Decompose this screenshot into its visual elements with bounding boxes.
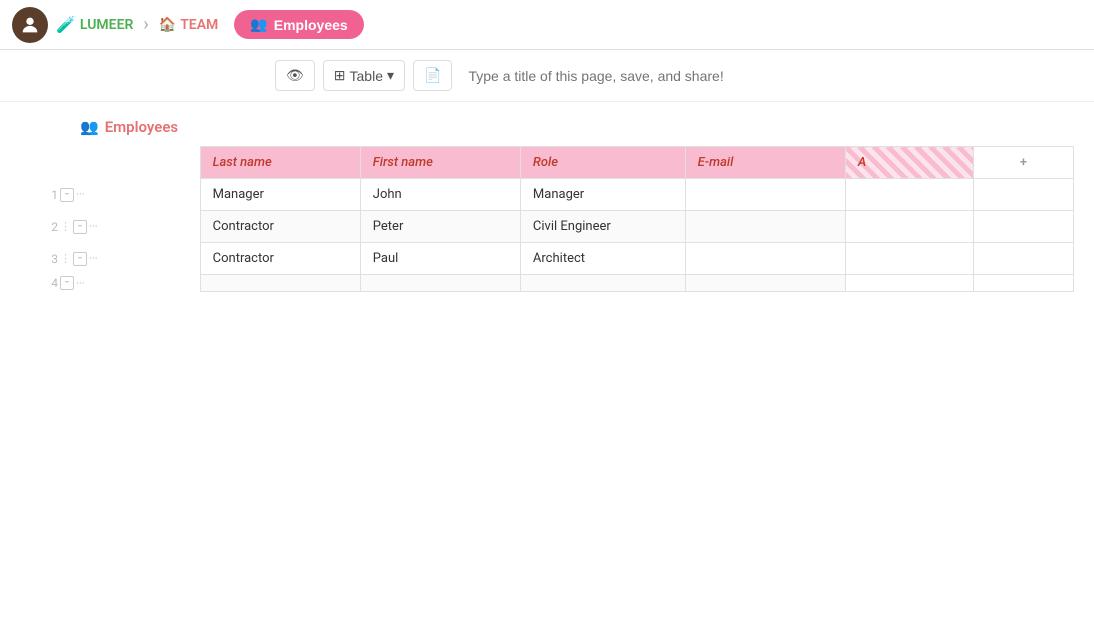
lumeer-icon: 🧪 — [56, 15, 76, 34]
table-header-row: Last name First name Role E-mail A + — [40, 147, 1074, 179]
last-name-cell[interactable]: Contractor — [200, 211, 360, 243]
row-meta-cell: 3⋮−··· — [40, 243, 200, 275]
row-meta-cell: 1−··· — [40, 179, 200, 211]
table-row: 3⋮−···ContractorPaulArchitect — [40, 243, 1074, 275]
row-number: 4 — [44, 276, 58, 290]
view-button[interactable]: 👁 — [275, 60, 315, 91]
email-cell[interactable] — [685, 211, 845, 243]
first-name-cell[interactable] — [360, 275, 520, 292]
table-row: 2⋮−···ContractorPeterCivil Engineer — [40, 211, 1074, 243]
table-button[interactable]: ⊞ Table ▾ — [323, 60, 405, 91]
nav-team: 🏠 TEAM — [159, 17, 219, 33]
table-row: 4−··· — [40, 275, 1074, 292]
data-table: Last name First name Role E-mail A + 1−·… — [40, 146, 1074, 292]
email-cell[interactable] — [685, 275, 845, 292]
col-header-a[interactable]: A — [845, 147, 973, 179]
row-meta-cell: 4−··· — [40, 275, 200, 292]
brand-label: LUMEER — [80, 17, 133, 33]
drag-handle-icon[interactable]: ⋮ — [60, 252, 71, 265]
collection-label: 👥 Employees — [80, 118, 1074, 136]
team-label: TEAM — [180, 17, 218, 33]
a-cell[interactable] — [845, 179, 973, 211]
avatar — [12, 7, 48, 43]
collapse-row-button[interactable]: − — [73, 252, 87, 266]
tab-employees-label: Employees — [274, 17, 348, 33]
table-wrapper: Last name First name Role E-mail A + 1−·… — [40, 146, 1074, 292]
a-cell[interactable] — [845, 243, 973, 275]
collapse-row-button[interactable]: − — [60, 188, 74, 202]
add-col-cell — [974, 211, 1074, 243]
first-name-cell[interactable]: Paul — [360, 243, 520, 275]
role-cell[interactable]: Manager — [520, 179, 685, 211]
a-cell[interactable] — [845, 211, 973, 243]
tab-employees[interactable]: 👥 Employees — [234, 10, 363, 39]
add-column-button[interactable]: + — [974, 147, 1074, 179]
col-header-first-name[interactable]: First name — [360, 147, 520, 179]
tab-employees-icon: 👥 — [250, 16, 267, 33]
header-spacer — [40, 147, 200, 179]
role-cell[interactable]: Civil Engineer — [520, 211, 685, 243]
eye-icon: 👁 — [286, 67, 304, 84]
add-col-cell — [974, 179, 1074, 211]
collection-icon: 👥 — [80, 118, 99, 136]
add-col-cell — [974, 275, 1074, 292]
first-name-cell[interactable]: John — [360, 179, 520, 211]
title-input[interactable] — [460, 62, 819, 90]
team-icon: 🏠 — [159, 17, 176, 33]
email-cell[interactable] — [685, 243, 845, 275]
toolbar: 👁 ⊞ Table ▾ 📄 — [0, 50, 1094, 102]
col-header-role[interactable]: Role — [520, 147, 685, 179]
last-name-cell[interactable]: Manager — [200, 179, 360, 211]
last-name-cell[interactable]: Contractor — [200, 243, 360, 275]
table-row: 1−···ManagerJohnManager — [40, 179, 1074, 211]
row-number: 3 — [44, 252, 58, 266]
collapse-row-button[interactable]: − — [60, 276, 74, 290]
role-cell[interactable] — [520, 275, 685, 292]
nav-brand: 🧪 LUMEER — [56, 15, 133, 34]
email-cell[interactable] — [685, 179, 845, 211]
row-number: 1 — [44, 188, 58, 202]
row-options-button[interactable]: ··· — [76, 188, 85, 201]
row-options-button[interactable]: ··· — [89, 220, 98, 233]
table-icon: ⊞ — [334, 67, 346, 84]
dropdown-icon: ▾ — [387, 67, 394, 84]
row-meta-cell: 2⋮−··· — [40, 211, 200, 243]
row-number: 2 — [44, 220, 58, 234]
save-button[interactable]: 📄 — [413, 60, 452, 91]
first-name-cell[interactable]: Peter — [360, 211, 520, 243]
a-cell[interactable] — [845, 275, 973, 292]
save-icon: 📄 — [424, 67, 441, 84]
top-nav: 🧪 LUMEER › 🏠 TEAM 👥 Employees — [0, 0, 1094, 50]
main-content: 👥 Employees Last name First name Role E-… — [0, 102, 1094, 308]
row-options-button[interactable]: ··· — [89, 252, 98, 265]
drag-handle-icon[interactable]: ⋮ — [60, 220, 71, 233]
collapse-row-button[interactable]: − — [73, 220, 87, 234]
role-cell[interactable]: Architect — [520, 243, 685, 275]
col-header-email[interactable]: E-mail — [685, 147, 845, 179]
collection-name: Employees — [105, 118, 178, 136]
nav-separator: › — [143, 14, 148, 35]
add-col-cell — [974, 243, 1074, 275]
table-body: 1−···ManagerJohnManager2⋮−···ContractorP… — [40, 179, 1074, 292]
row-options-button[interactable]: ··· — [76, 277, 85, 290]
col-header-last-name[interactable]: Last name — [200, 147, 360, 179]
last-name-cell[interactable] — [200, 275, 360, 292]
table-label: Table — [350, 68, 383, 84]
